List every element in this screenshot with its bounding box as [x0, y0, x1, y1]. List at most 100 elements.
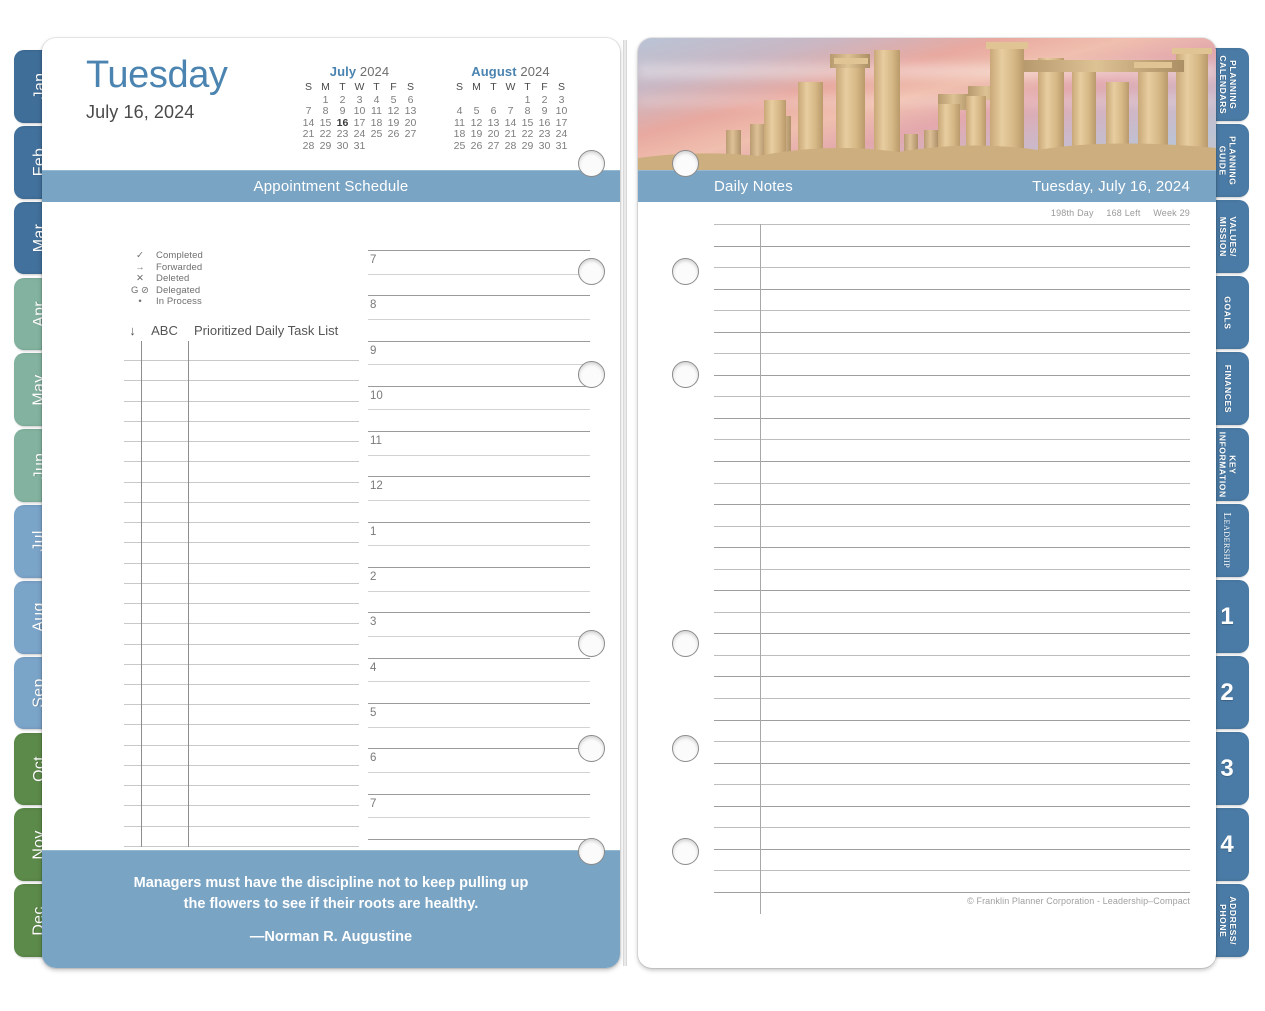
task-row[interactable]: [124, 422, 359, 443]
note-line[interactable]: [714, 353, 1190, 375]
calendar-day[interactable]: 28: [502, 140, 519, 153]
binder-ring-hole: [672, 150, 699, 177]
section-tab-label: KEY INFORMATION: [1218, 431, 1238, 498]
note-line[interactable]: [714, 633, 1190, 655]
note-line[interactable]: [714, 267, 1190, 289]
appointment-schedule-grid[interactable]: 7 8 9 10 11 12 1 2 3 4 5 6 7: [368, 250, 590, 840]
calendar-day[interactable]: 29: [519, 140, 536, 153]
appointment-hour-block[interactable]: 10: [368, 385, 590, 431]
left-page: Tuesday July 16, 2024 July 2024 S M T W T F S 1 2…: [42, 38, 620, 968]
note-line[interactable]: [714, 568, 1190, 591]
task-row[interactable]: [124, 624, 359, 645]
binder-ring-hole: [578, 150, 605, 177]
task-row[interactable]: [124, 462, 359, 483]
note-line[interactable]: [714, 848, 1190, 871]
note-line[interactable]: [714, 784, 1190, 806]
appointment-hour-block[interactable]: 12: [368, 476, 590, 521]
calendar-day[interactable]: 31: [553, 140, 570, 153]
note-line[interactable]: [714, 310, 1190, 332]
appointment-hour-block[interactable]: 6: [368, 748, 590, 793]
note-line[interactable]: [714, 611, 1190, 634]
appointment-hour-block[interactable]: 8: [368, 295, 590, 340]
task-row[interactable]: [124, 543, 359, 564]
binder-ring-hole: [578, 630, 605, 657]
note-line[interactable]: [714, 676, 1190, 698]
task-row[interactable]: [124, 483, 359, 503]
note-line[interactable]: [714, 504, 1190, 526]
quote-text: Managers must have the discipline not to…: [133, 874, 529, 912]
task-row[interactable]: [124, 766, 359, 787]
quote-author: —Norman R. Augustine: [249, 929, 413, 946]
appointment-end-line: [368, 838, 590, 840]
note-line[interactable]: [714, 719, 1190, 742]
calendar-day[interactable]: 27: [402, 129, 419, 141]
task-row[interactable]: [124, 381, 359, 402]
note-line[interactable]: [714, 525, 1190, 548]
note-line[interactable]: [714, 870, 1190, 892]
appointment-hour-block[interactable]: 7: [368, 793, 590, 839]
note-line[interactable]: [714, 741, 1190, 763]
calendar-day[interactable]: 28: [300, 140, 317, 153]
task-row[interactable]: [124, 564, 359, 584]
appointment-hour-block[interactable]: 9: [368, 340, 590, 386]
task-row[interactable]: [124, 503, 359, 524]
daily-notes-lines[interactable]: [714, 224, 1190, 914]
note-line[interactable]: [714, 698, 1190, 720]
note-line[interactable]: [714, 805, 1190, 828]
mini-calendar-july[interactable]: July 2024 S M T W T F S 1 2 3 4 5 6 7 8 9 10 11 12 13 14 15 16 1…: [300, 64, 419, 153]
note-line[interactable]: [714, 461, 1190, 483]
task-row[interactable]: [124, 746, 359, 766]
note-line[interactable]: [714, 288, 1190, 311]
task-row[interactable]: [124, 685, 359, 706]
task-priority-abc-header: ABC: [151, 323, 178, 338]
task-row[interactable]: [124, 705, 359, 726]
note-line[interactable]: [714, 417, 1190, 440]
calendar-day[interactable]: 25: [451, 140, 468, 153]
calendar-day[interactable]: 26: [468, 140, 485, 153]
task-row[interactable]: [124, 402, 359, 422]
note-line[interactable]: [714, 331, 1190, 354]
note-line[interactable]: [714, 827, 1190, 849]
task-row[interactable]: [124, 604, 359, 625]
calendar-day[interactable]: 25: [368, 129, 385, 141]
binder-ring-hole: [578, 735, 605, 762]
task-row[interactable]: [124, 442, 359, 463]
calendar-day[interactable]: 26: [385, 129, 402, 141]
appointment-hour-label: 4: [370, 661, 377, 674]
note-line[interactable]: [714, 482, 1190, 505]
task-row[interactable]: [124, 725, 359, 746]
calendar-day[interactable]: 31: [351, 140, 368, 153]
appointment-hour-label: 6: [370, 752, 377, 765]
calendar-day[interactable]: 27: [485, 140, 502, 153]
mini-calendar-august[interactable]: August 2024 S M T W T F S 1 2 3 4 5 6 7 8 9 10 11 12 13 14 15 1…: [451, 64, 570, 153]
task-row[interactable]: [124, 341, 359, 362]
appointment-hour-block[interactable]: 11: [368, 431, 590, 476]
task-row[interactable]: [124, 665, 359, 685]
note-line[interactable]: [714, 245, 1190, 268]
note-line[interactable]: [714, 547, 1190, 569]
appointment-hour-block[interactable]: 4: [368, 657, 590, 703]
task-row[interactable]: [124, 523, 359, 544]
note-line[interactable]: [714, 654, 1190, 677]
note-line[interactable]: [714, 374, 1190, 397]
appointment-hour-block[interactable]: 1: [368, 521, 590, 567]
task-row[interactable]: [124, 786, 359, 807]
calendar-day[interactable]: 30: [334, 140, 351, 153]
appointment-hour-block[interactable]: 7: [368, 250, 590, 295]
calendar-day[interactable]: 30: [536, 140, 553, 153]
note-line[interactable]: [714, 762, 1190, 785]
appointment-hour-block[interactable]: 2: [368, 567, 590, 612]
note-line[interactable]: [714, 224, 1190, 246]
task-row[interactable]: [124, 361, 359, 382]
note-line[interactable]: [714, 396, 1190, 418]
task-row[interactable]: [124, 827, 359, 847]
task-row[interactable]: [124, 806, 359, 827]
calendar-day[interactable]: 29: [317, 140, 334, 153]
appointment-hour-block[interactable]: 5: [368, 702, 590, 748]
task-row[interactable]: [124, 584, 359, 605]
task-row[interactable]: [124, 645, 359, 665]
prioritized-task-grid[interactable]: [124, 341, 359, 847]
appointment-hour-block[interactable]: 3: [368, 612, 590, 657]
note-line[interactable]: [714, 590, 1190, 612]
note-line[interactable]: [714, 439, 1190, 461]
